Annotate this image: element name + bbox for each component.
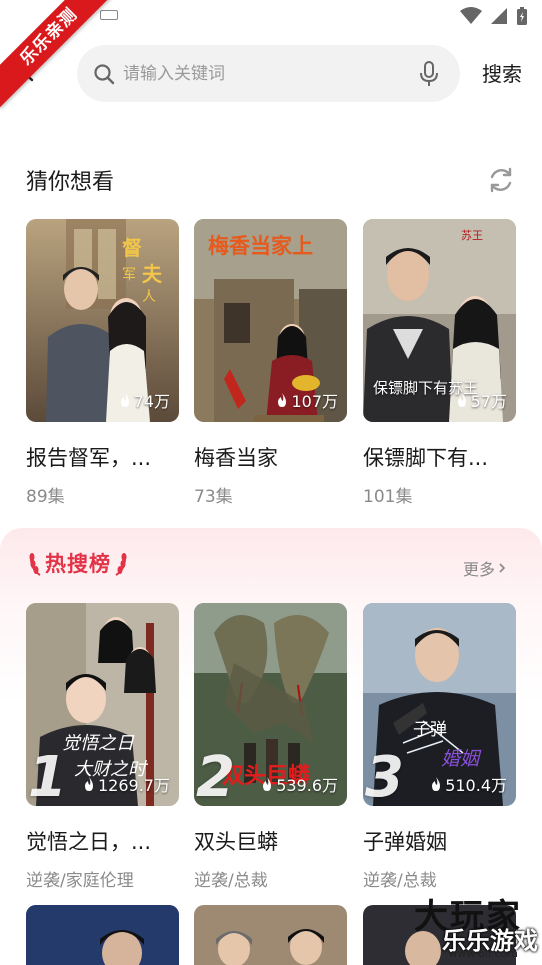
rank-number: 2	[196, 745, 235, 806]
drama-title[interactable]: 梅香当家	[194, 442, 347, 472]
keyboard-icon	[100, 10, 118, 20]
svg-text:觉悟之日: 觉悟之日	[62, 733, 135, 754]
drama-poster[interactable]: 双头巨蟒 2 539.6万	[194, 603, 347, 806]
wifi-icon	[460, 7, 482, 24]
drama-title[interactable]: 子弹婚姻	[363, 826, 516, 856]
rank-number: 3	[365, 745, 404, 806]
drama-poster[interactable]: 苏王 保镖脚下有苏王 57万	[363, 219, 516, 422]
chevron-right-icon	[499, 563, 506, 573]
poster-image	[26, 905, 179, 965]
guess-card[interactable]: 梅香当家上 107万 梅香当家 73集	[194, 219, 347, 507]
flame-icon	[278, 393, 287, 407]
svg-text:督: 督	[122, 236, 142, 260]
svg-text:子弹: 子弹	[413, 720, 447, 740]
heat-value: 539.6万	[276, 776, 338, 795]
search-button[interactable]: 搜索	[470, 54, 534, 94]
signal-icon	[491, 8, 507, 24]
search-header: 搜索	[0, 36, 542, 116]
drama-title[interactable]: 觉悟之日，...	[26, 826, 179, 856]
hot-card[interactable]: 子弹 婚姻 3 510.4万 子弹婚姻 逆袭/总裁	[363, 603, 516, 891]
site-watermark: 大玩家 乐乐游戏 www.6ll.com	[352, 895, 542, 965]
guess-card[interactable]: 苏王 保镖脚下有苏王 57万 保镖脚下有... 101集	[363, 219, 516, 507]
drama-poster[interactable]: 觉悟之日 大财之时 1 1269.7万	[26, 603, 179, 806]
heat-value: 510.4万	[445, 776, 507, 795]
svg-text:人: 人	[142, 289, 156, 305]
heat-value: 107万	[291, 392, 338, 411]
episode-count: 89集	[26, 487, 65, 507]
drama-title[interactable]: 报告督军，...	[26, 442, 179, 472]
search-icon	[94, 64, 115, 85]
hot-card[interactable]: 双头巨蟒 2 539.6万 双头巨蟒 逆袭/总裁	[194, 603, 347, 891]
flame-icon	[457, 393, 466, 407]
svg-text:婚姻: 婚姻	[441, 748, 482, 770]
heat-badge: 107万	[276, 388, 338, 412]
status-icons	[460, 6, 528, 26]
drama-poster[interactable]	[26, 905, 179, 965]
status-bar: 乐乐亲测	[0, 0, 542, 108]
svg-text:军: 军	[122, 267, 136, 283]
heat-badge: 539.6万	[261, 772, 338, 796]
flame-icon	[85, 777, 93, 791]
microphone-icon[interactable]	[418, 61, 440, 87]
drama-title[interactable]: 保镖脚下有...	[363, 442, 516, 472]
heat-value: 1269.7万	[98, 776, 170, 795]
guess-section-title: 猜你想看	[26, 170, 115, 195]
flame-icon	[432, 777, 441, 791]
heat-badge: 510.4万	[430, 772, 507, 796]
flame-icon	[263, 777, 272, 791]
genre-tags: 逆袭/总裁	[194, 871, 268, 891]
laurel-left-icon	[29, 553, 41, 576]
drama-poster[interactable]	[194, 905, 347, 965]
hot-card[interactable]: 觉悟之日 大财之时 1 1269.7万 觉悟之日，... 逆袭/家庭伦理	[26, 603, 179, 891]
episode-count: 101集	[363, 487, 413, 507]
flame-icon	[120, 393, 129, 407]
watermark-url: www.6ll.com	[448, 947, 518, 960]
heat-value: 74万	[133, 392, 170, 411]
rank-number: 1	[28, 745, 67, 806]
episode-count: 73集	[194, 487, 233, 507]
drama-title[interactable]: 双头巨蟒	[194, 826, 347, 856]
heat-badge: 1269.7万	[83, 772, 170, 796]
heat-value: 57万	[470, 392, 507, 411]
more-link[interactable]: 更多	[463, 556, 506, 580]
svg-text:夫: 夫	[142, 262, 163, 286]
svg-text:梅香当家上: 梅香当家上	[208, 234, 313, 258]
guess-card[interactable]: 督 军 夫 人 74万 报告督军，... 89集	[26, 219, 179, 507]
hot-search-title: 热搜榜	[45, 552, 111, 576]
refresh-icon[interactable]	[486, 165, 516, 195]
drama-poster[interactable]: 督 军 夫 人 74万	[26, 219, 179, 422]
genre-tags: 逆袭/家庭伦理	[26, 871, 134, 891]
search-box[interactable]	[77, 45, 460, 102]
drama-poster[interactable]: 子弹 婚姻 3 510.4万	[363, 603, 516, 806]
search-input[interactable]	[123, 45, 403, 102]
drama-poster[interactable]: 梅香当家上 107万	[194, 219, 347, 422]
laurel-right-icon	[115, 553, 127, 576]
genre-tags: 逆袭/总裁	[363, 871, 437, 891]
more-label: 更多	[463, 560, 496, 579]
hot-search-header: 热搜榜	[28, 548, 128, 578]
battery-icon	[517, 7, 527, 25]
heat-badge: 57万	[456, 388, 507, 412]
svg-text:苏王: 苏王	[461, 229, 483, 242]
poster-image	[194, 905, 347, 965]
heat-badge: 74万	[119, 388, 170, 412]
